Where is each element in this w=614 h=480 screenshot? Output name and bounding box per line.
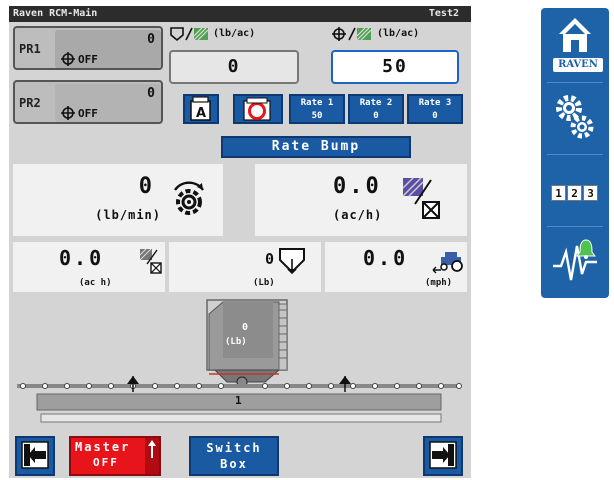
area-panel: 0.0 (ac h) (13, 242, 165, 292)
nav-right-button[interactable] (423, 436, 463, 476)
target-rate-unit: (lb/ac) (377, 28, 420, 39)
product-1-off-status: OFF (61, 52, 98, 66)
section-number[interactable]: 1 (235, 394, 242, 407)
target-icon (61, 106, 75, 120)
flow-rate-unit: (lb/min) (95, 208, 161, 222)
product-1-box[interactable]: PR1 0 OFF (13, 26, 163, 70)
gears-icon (556, 95, 594, 139)
flow-rate-panel: 0 (lb/min) (13, 164, 223, 236)
speed-panel: 0.0 (mph) (325, 242, 467, 292)
volume-icon (279, 248, 305, 275)
product-1-status-panel: 0 OFF (55, 30, 161, 68)
numpad-button[interactable]: 123 (541, 158, 609, 222)
actual-rate-unit: (lb/ac) (213, 28, 256, 39)
raven-logo: RAVEN (553, 58, 603, 72)
target-rate-icon (332, 27, 372, 41)
area-unit: (ac h) (79, 278, 112, 288)
rate-2-button[interactable]: Rate 2 0 (348, 94, 404, 124)
rate-3-label: Rate 3 (418, 98, 452, 108)
rate-2-label: Rate 2 (359, 98, 393, 108)
product-2-box[interactable]: PR2 0 OFF (13, 80, 163, 124)
rate-3-value: 0 (432, 111, 438, 121)
rate-1-button[interactable]: Rate 1 50 (289, 94, 345, 124)
settings-button[interactable] (541, 86, 609, 150)
target-rate-input[interactable]: 50 (331, 50, 459, 84)
speed-unit: (mph) (425, 278, 453, 288)
target-icon (61, 52, 75, 66)
title-bar: Raven RCM-Main Test2 (9, 6, 471, 22)
master-state: OFF (93, 456, 119, 469)
auto-mode-icon: A (190, 96, 211, 121)
area-rate-panel: 0.0 (ac/h) (255, 164, 467, 236)
flow-rate-value: 0 (138, 174, 155, 199)
rate-bump-button[interactable]: Rate Bump (221, 136, 411, 158)
alarm-icon (553, 239, 597, 281)
nav-left-button[interactable] (15, 436, 55, 476)
volume-panel: 0 (Lb) (169, 242, 321, 292)
product-2-off-status: OFF (61, 106, 98, 120)
nav-right-icon (429, 441, 457, 469)
rate-2-value: 0 (373, 111, 379, 121)
manual-rate-icon (243, 97, 271, 121)
app-title: Raven RCM-Main (13, 8, 98, 19)
actual-rate-display: 0 (169, 50, 299, 84)
nav-left-icon (21, 441, 49, 469)
product-2-state: OFF (78, 107, 98, 120)
area-icon (139, 248, 162, 274)
volume-unit: (Lb) (253, 278, 275, 288)
area-rate-unit: (ac/h) (333, 208, 383, 222)
manual-rate-button[interactable] (233, 94, 283, 124)
product-1-state: OFF (78, 53, 98, 66)
profile-name: Test2 (428, 8, 459, 19)
rate-3-button[interactable]: Rate 3 0 (407, 94, 463, 124)
auto-mode-button[interactable]: A (183, 94, 219, 124)
speed-icon (432, 252, 463, 274)
main-screen: Raven RCM-Main Test2 PR1 0 OFF PR2 0 OFF… (9, 6, 471, 478)
volume-value: 0 (265, 250, 276, 268)
product-2-label: PR2 (19, 96, 41, 110)
product-1-count: 0 (147, 32, 155, 47)
numpad-icon: 123 (551, 182, 599, 201)
tank-value: 0 (241, 322, 249, 333)
svg-text:A: A (196, 106, 206, 121)
rate-control-icon (174, 181, 204, 215)
rate-1-value: 50 (311, 111, 323, 121)
product-2-status-panel: 0 OFF (55, 84, 161, 122)
arrow-up-icon (148, 440, 156, 458)
master-label: Master (75, 440, 131, 454)
sidebar: RAVEN 123 (541, 8, 609, 298)
speed-value: 0.0 (363, 246, 409, 270)
master-switch-button[interactable]: Master OFF (69, 436, 161, 476)
switch-box-line1: Switch (206, 441, 262, 455)
rate-1-label: Rate 1 (300, 98, 334, 108)
diagnostics-button[interactable] (541, 230, 609, 294)
area-rate-icon (402, 177, 440, 219)
product-2-count: 0 (147, 86, 155, 101)
switch-box-line2: Box (220, 457, 248, 471)
home-button[interactable]: RAVEN (541, 10, 609, 76)
actual-rate-icon (170, 27, 209, 42)
home-icon (559, 18, 591, 52)
area-value: 0.0 (59, 246, 105, 270)
product-1-label: PR1 (19, 42, 41, 56)
switch-box-button[interactable]: Switch Box (189, 436, 279, 476)
tank-unit: (Lb) (225, 337, 247, 347)
area-rate-value: 0.0 (333, 174, 382, 199)
